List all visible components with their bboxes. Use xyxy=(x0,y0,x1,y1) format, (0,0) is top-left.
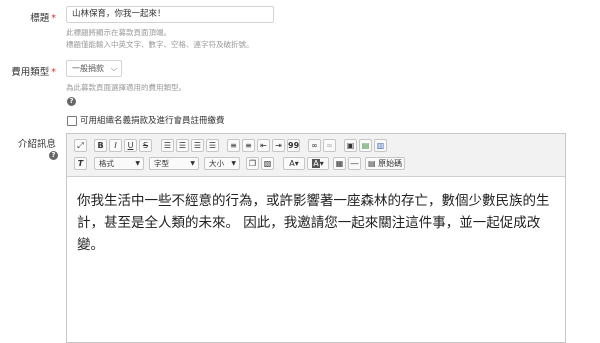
required-mark: * xyxy=(51,67,56,78)
bold-button[interactable]: B xyxy=(94,139,107,152)
caret-down-icon: ▼ xyxy=(231,160,236,167)
flash-icon[interactable]: ▤ xyxy=(359,139,372,152)
blockquote-icon[interactable]: 99 xyxy=(287,139,300,152)
title-label-text: 標題 xyxy=(30,13,50,24)
numbered-list-icon[interactable]: ≡ xyxy=(227,139,240,152)
file-icon[interactable]: ▥ xyxy=(374,139,387,152)
align-justify-icon[interactable]: ☰ xyxy=(206,139,219,152)
copy-icon[interactable]: ❐ xyxy=(246,157,259,170)
editor-content[interactable]: 你我生活中一些不經意的行為，或許影響著一座森林的存亡，數個少數民族的生計，甚至是… xyxy=(77,190,557,256)
size-dropdown-label: 大小 xyxy=(209,159,224,168)
italic-button[interactable]: I xyxy=(109,139,122,152)
text-color-icon[interactable]: A▾ xyxy=(283,157,305,170)
fee-type-select[interactable]: 一般捐款 ⌵ xyxy=(66,60,122,77)
paste-icon[interactable]: ▧ xyxy=(261,157,274,170)
indent-icon[interactable]: ⇥ xyxy=(272,139,285,152)
title-label: 標題 * xyxy=(0,10,56,24)
format-dropdown-label: 格式 xyxy=(99,159,114,168)
title-input[interactable]: 山林保育，你我一起來！ xyxy=(66,6,274,23)
fee-type-hint: 為此募款頁面選擇適用的費用類型。 xyxy=(66,83,186,92)
editor-toolbar: ⤢ B I U S ☰ ☰ ☰ ☰ ≡ ≡ ⇤ ⇥ 99 ∞ ∞ ▣ ▤ ▥ T… xyxy=(67,134,565,177)
source-label: 原始碼 xyxy=(378,159,403,168)
image-icon[interactable]: ▣ xyxy=(344,139,357,152)
fee-type-selected: 一般捐款 xyxy=(72,64,104,73)
source-button[interactable]: ▤ 原始碼 xyxy=(365,157,405,170)
caret-down-icon: ▼ xyxy=(190,160,195,167)
font-dropdown[interactable]: 字型 ▼ xyxy=(149,157,199,170)
fee-type-label-text: 費用類型 xyxy=(11,67,50,78)
rich-text-editor: ⤢ B I U S ☰ ☰ ☰ ☰ ≡ ≡ ⇤ ⇥ 99 ∞ ∞ ▣ ▤ ▥ T… xyxy=(66,133,566,343)
question-circle-icon[interactable]: ? xyxy=(49,151,58,160)
align-left-icon[interactable]: ☰ xyxy=(161,139,174,152)
question-circle-icon[interactable]: ? xyxy=(67,97,76,106)
bulleted-list-icon[interactable]: ≡ xyxy=(242,139,255,152)
unlink-icon[interactable]: ∞ xyxy=(323,139,336,152)
size-dropdown[interactable]: 大小 ▼ xyxy=(204,157,240,170)
title-hint-1: 此標題將顯示在募款頁面頂端。 xyxy=(66,28,171,37)
title-hint-2: 標題僅能輸入中英文字、數字、空格、連字符及破折號。 xyxy=(66,40,254,49)
caret-down-icon: ▼ xyxy=(135,160,140,167)
description-label: 介紹訊息 xyxy=(17,139,56,150)
horizontal-line-icon[interactable]: ― xyxy=(348,157,361,170)
align-center-icon[interactable]: ☰ xyxy=(176,139,189,152)
font-dropdown-label: 字型 xyxy=(154,159,169,168)
table-icon[interactable]: ▦ xyxy=(333,157,346,170)
link-icon[interactable]: ∞ xyxy=(308,139,321,152)
remove-format-icon[interactable]: T xyxy=(74,157,87,170)
underline-button[interactable]: U xyxy=(124,139,137,152)
source-icon: ▤ xyxy=(368,159,376,168)
format-dropdown[interactable]: 格式 ▼ xyxy=(94,157,144,170)
strike-button[interactable]: S xyxy=(139,139,152,152)
required-mark: * xyxy=(51,13,56,24)
chevron-down-icon: ⌵ xyxy=(110,64,117,73)
outdent-icon[interactable]: ⇤ xyxy=(257,139,270,152)
maximize-icon[interactable]: ⤢ xyxy=(74,139,87,152)
org-donation-checkbox[interactable] xyxy=(67,116,77,126)
bg-color-icon[interactable]: A▾ xyxy=(307,157,329,170)
org-donation-checkbox-label: 可用組織名義捐款及進行會員註冊繳費 xyxy=(80,116,225,126)
fee-type-label: 費用類型 * xyxy=(0,64,56,78)
align-right-icon[interactable]: ☰ xyxy=(191,139,204,152)
